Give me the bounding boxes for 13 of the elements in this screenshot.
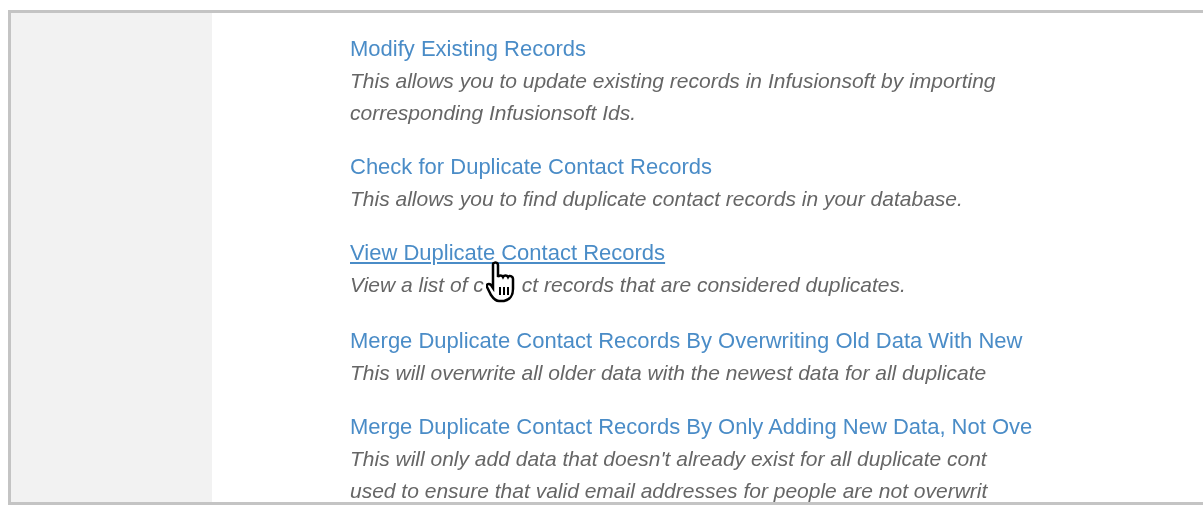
option-description: used to ensure that valid email addresses for people are not overwrit <box>350 478 988 502</box>
option-description: corresponding Infusionsoft Ids. <box>350 100 636 126</box>
option-description: This will only add data that doesn't already exist for all duplicate cont <box>350 446 987 472</box>
option-link[interactable]: View Duplicate Contact Records <box>350 237 666 269</box>
option-description: This allows you to find duplicate contact records in your database. <box>350 186 963 212</box>
option-link[interactable]: Modify Existing Records <box>350 33 586 65</box>
option-description: ct records that are considered duplicates. <box>521 272 906 298</box>
option-link[interactable]: Check for Duplicate Contact Records <box>350 151 712 183</box>
option-description: View a list of c <box>350 272 484 298</box>
option-link[interactable]: Merge Duplicate Contact Records By Overwriting Old Data With New <box>350 325 1023 357</box>
option-description: This allows you to update existing records in Infusionsoft by importing <box>350 68 996 94</box>
option-link[interactable]: Merge Duplicate Contact Records By Only Adding New Data, Not Ove <box>350 411 1033 443</box>
option-description: This will overwrite all older data with the newest data for all duplicate <box>350 360 987 386</box>
